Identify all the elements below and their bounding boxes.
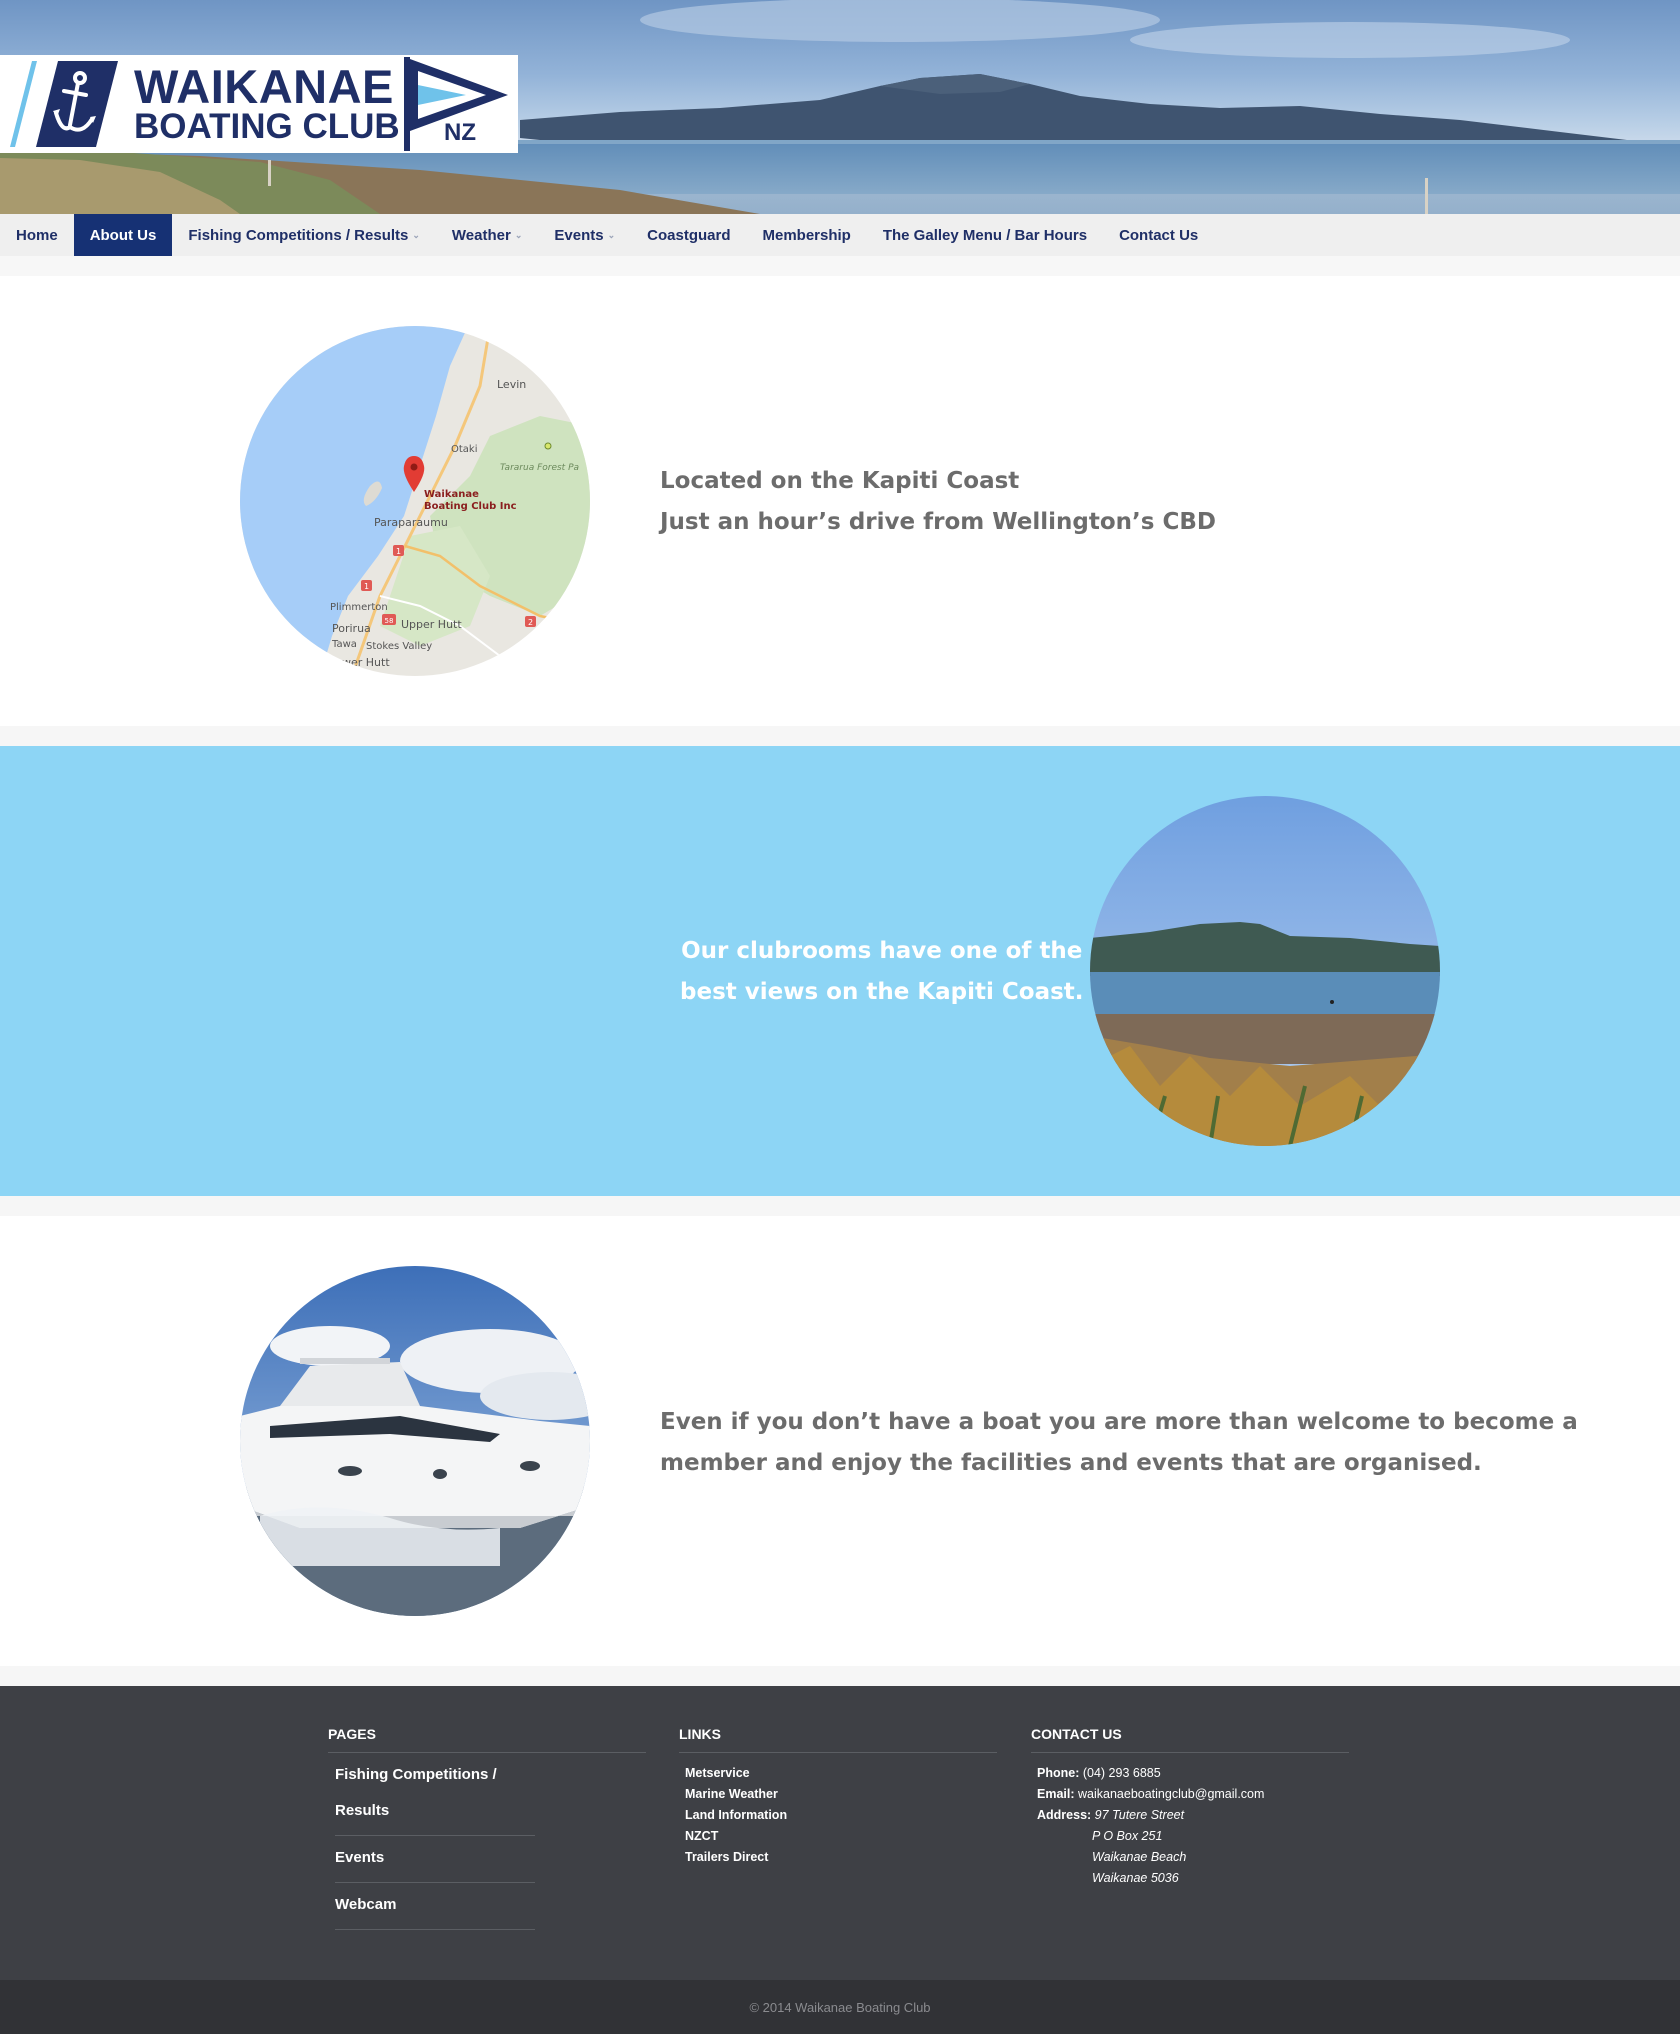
nav-label: Coastguard xyxy=(647,226,731,244)
motor-yacht-photo xyxy=(240,1266,590,1616)
location-text: Located on the Kapiti Coast Just an hour… xyxy=(660,461,1216,543)
highway-shield: 2 xyxy=(528,618,533,627)
map-label: Boating Club Inc xyxy=(424,501,517,512)
chevron-down-icon: ⌄ xyxy=(607,229,616,240)
footer-links-column: LINKS Metservice Marine Weather Land Inf… xyxy=(679,1726,997,1868)
map-label: wer Hutt xyxy=(342,656,390,669)
footer-pages-column: PAGES Fishing Competitions / Results Eve… xyxy=(328,1726,646,1930)
highway-shield: 1 xyxy=(364,582,369,591)
nav-label: Events xyxy=(554,226,604,244)
nav-item-galley-menu[interactable]: The Galley Menu / Bar Hours xyxy=(867,214,1103,256)
main-navigation: Home About Us Fishing Competitions / Res… xyxy=(0,214,1680,256)
section-divider xyxy=(0,726,1680,746)
footer-contact-heading: CONTACT US xyxy=(1031,1726,1349,1753)
footer-page-link[interactable]: Events xyxy=(335,1836,535,1883)
membership-line-2: member and enjoy the facilities and even… xyxy=(660,1450,1482,1476)
section-divider xyxy=(0,1666,1680,1686)
map-label: Waikanae xyxy=(424,489,479,500)
nav-label: Fishing Competitions / Results xyxy=(188,226,409,244)
nav-item-contact-us[interactable]: Contact Us xyxy=(1103,214,1214,256)
nav-label: Contact Us xyxy=(1119,226,1199,244)
chevron-down-icon: ⌄ xyxy=(514,229,523,240)
membership-line-1: Even if you don’t have a boat you are mo… xyxy=(660,1409,1578,1435)
clubrooms-text: Our clubrooms have one of the best views… xyxy=(680,931,1084,1013)
location-map[interactable]: 1 1 58 2 Levin Otaki Tararua Forest Pa W… xyxy=(240,326,590,676)
phone-label: Phone: xyxy=(1037,1766,1080,1780)
nav-item-coastguard[interactable]: Coastguard xyxy=(631,214,746,256)
highway-shield: 1 xyxy=(396,547,401,556)
logo-line-1: WAIKANAE xyxy=(134,60,394,113)
footer-contact-details: Phone: (04) 293 6885 Email: waikanaeboat… xyxy=(1037,1763,1349,1889)
logo-line-2: BOATING CLUB xyxy=(134,107,400,146)
logo-nz: NZ xyxy=(444,119,476,146)
map-label: Upper Hutt xyxy=(401,618,462,631)
location-line-2: Just an hour’s drive from Wellington’s C… xyxy=(660,509,1216,535)
nav-item-membership[interactable]: Membership xyxy=(746,214,866,256)
club-logo[interactable]: WAIKANAE BOATING CLUB NZ xyxy=(0,55,518,153)
clubrooms-line-1: Our clubrooms have one of the xyxy=(681,938,1083,964)
nav-label: The Galley Menu / Bar Hours xyxy=(882,226,1088,244)
beach-view-photo xyxy=(1090,796,1440,1146)
nav-item-about-us[interactable]: About Us xyxy=(73,214,173,256)
footer-link[interactable]: Trailers Direct xyxy=(685,1847,997,1868)
nav-item-fishing-competitions[interactable]: Fishing Competitions / Results ⌄ xyxy=(172,214,436,256)
address-line: Waikanae Beach xyxy=(1092,1850,1187,1864)
map-label: Tawa xyxy=(331,639,357,650)
footer-page-link[interactable]: Webcam xyxy=(335,1883,535,1930)
site-footer: PAGES Fishing Competitions / Results Eve… xyxy=(0,1686,1680,1980)
copyright-text: © 2014 Waikanae Boating Club xyxy=(749,1999,931,2015)
footer-pages-heading: PAGES xyxy=(328,1726,646,1753)
map-label: Stokes Valley xyxy=(366,641,432,652)
clubrooms-line-2: best views on the Kapiti Coast. xyxy=(680,979,1084,1005)
address-label: Address: xyxy=(1037,1808,1092,1822)
phone-number[interactable]: (04) 293 6885 xyxy=(1083,1766,1161,1780)
footer-link[interactable]: Metservice xyxy=(685,1763,997,1784)
map-label: Paraparaumu xyxy=(374,516,448,529)
address-line: Waikanae 5036 xyxy=(1092,1871,1179,1885)
nav-label: About Us xyxy=(89,226,157,244)
section-divider xyxy=(0,1196,1680,1216)
nav-item-home[interactable]: Home xyxy=(0,214,74,256)
nav-label: Weather xyxy=(451,226,511,244)
nav-label: Membership xyxy=(762,226,851,244)
footer-contact-column: CONTACT US Phone: (04) 293 6885 Email: w… xyxy=(1031,1726,1349,1889)
map-label: Levin xyxy=(497,378,526,391)
footer-link[interactable]: Land Information xyxy=(685,1805,997,1826)
map-label: Tararua Forest Pa xyxy=(500,463,579,473)
footer-link[interactable]: Marine Weather xyxy=(685,1784,997,1805)
anchor-icon xyxy=(10,61,118,147)
footer-links-heading: LINKS xyxy=(679,1726,997,1753)
chevron-down-icon: ⌄ xyxy=(412,229,420,240)
nav-item-events[interactable]: Events ⌄ xyxy=(538,214,631,256)
map-label: Plimmerton xyxy=(330,602,388,613)
footer-pages-list: Fishing Competitions / Results Events We… xyxy=(335,1753,535,1930)
map-label: Otaki xyxy=(451,444,478,455)
address-line: P O Box 251 xyxy=(1092,1829,1163,1843)
section-clubrooms: Our clubrooms have one of the best views… xyxy=(0,746,1680,1196)
address-line: 97 Tutere Street xyxy=(1094,1808,1185,1822)
highway-shield: 58 xyxy=(385,617,394,625)
email-label: Email: xyxy=(1037,1787,1075,1801)
header-banner: WAIKANAE BOATING CLUB NZ xyxy=(0,0,1680,214)
footer-link[interactable]: NZCT xyxy=(685,1826,997,1847)
footer-links-list: Metservice Marine Weather Land Informati… xyxy=(685,1763,997,1868)
footer-page-link[interactable]: Fishing Competitions / Results xyxy=(335,1753,535,1836)
map-label: Porirua xyxy=(332,622,371,635)
copyright-bar: © 2014 Waikanae Boating Club xyxy=(0,1980,1680,2034)
nav-item-weather[interactable]: Weather ⌄ xyxy=(436,214,538,256)
nav-label: Home xyxy=(16,226,58,244)
nav-divider xyxy=(0,256,1680,276)
email-address[interactable]: waikanaeboatingclub@gmail.com xyxy=(1078,1787,1264,1801)
location-line-1: Located on the Kapiti Coast xyxy=(660,468,1020,494)
membership-text: Even if you don’t have a boat you are mo… xyxy=(660,1402,1578,1484)
